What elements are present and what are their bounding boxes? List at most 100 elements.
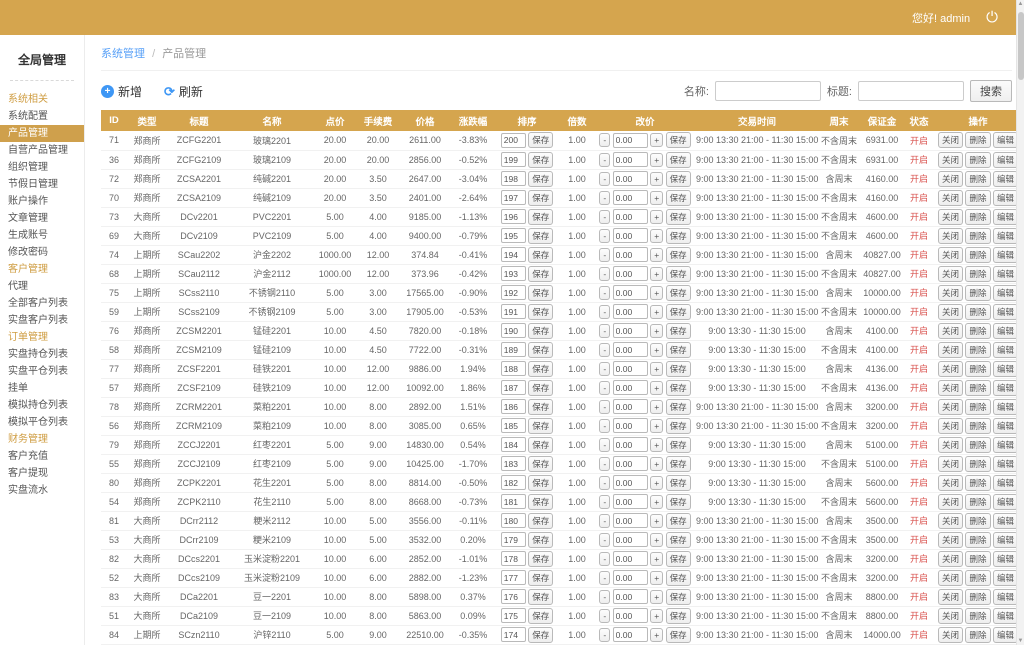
price-minus-button[interactable]: -	[599, 533, 610, 547]
delete-button[interactable]: 删除	[965, 551, 990, 567]
close-button[interactable]: 关闭	[938, 475, 963, 491]
price-plus-button[interactable]: +	[650, 438, 663, 452]
price-plus-button[interactable]: +	[650, 457, 663, 471]
price-plus-button[interactable]: +	[650, 476, 663, 490]
delete-button[interactable]: 删除	[965, 228, 990, 244]
price-plus-button[interactable]: +	[650, 343, 663, 357]
sort-save-button[interactable]: 保存	[528, 228, 553, 244]
sort-save-button[interactable]: 保存	[528, 304, 553, 320]
sidebar-item[interactable]: 组织管理	[0, 159, 84, 176]
add-button[interactable]: + 新增	[101, 83, 142, 100]
price-save-button[interactable]: 保存	[666, 418, 691, 434]
sort-save-button[interactable]: 保存	[528, 513, 553, 529]
price-plus-button[interactable]: +	[650, 495, 663, 509]
delete-button[interactable]: 删除	[965, 323, 990, 339]
delete-button[interactable]: 删除	[965, 152, 990, 168]
edit-button[interactable]: 编辑	[993, 304, 1018, 320]
sort-save-button[interactable]: 保存	[528, 209, 553, 225]
price-minus-button[interactable]: -	[599, 457, 610, 471]
price-minus-button[interactable]: -	[599, 286, 610, 300]
sort-save-button[interactable]: 保存	[528, 266, 553, 282]
name-filter-input[interactable]	[715, 81, 821, 101]
sort-save-button[interactable]: 保存	[528, 418, 553, 434]
delete-button[interactable]: 删除	[965, 361, 990, 377]
logout-power-icon[interactable]: ⏻	[986, 10, 998, 25]
sort-save-button[interactable]: 保存	[528, 570, 553, 586]
price-plus-button[interactable]: +	[650, 571, 663, 585]
edit-button[interactable]: 编辑	[993, 532, 1018, 548]
price-minus-button[interactable]: -	[599, 324, 610, 338]
close-button[interactable]: 关闭	[938, 152, 963, 168]
price-save-button[interactable]: 保存	[666, 361, 691, 377]
price-minus-button[interactable]: -	[599, 267, 610, 281]
vertical-scrollbar[interactable]: ▲ ▼	[1016, 0, 1024, 645]
close-button[interactable]: 关闭	[938, 551, 963, 567]
sidebar-item[interactable]: 代理	[0, 278, 84, 295]
sort-save-button[interactable]: 保存	[528, 361, 553, 377]
price-plus-button[interactable]: +	[650, 419, 663, 433]
refresh-button[interactable]: ⟳ 刷新	[164, 83, 203, 100]
price-plus-button[interactable]: +	[650, 400, 663, 414]
sort-input[interactable]	[501, 418, 526, 433]
edit-button[interactable]: 编辑	[993, 323, 1018, 339]
price-plus-button[interactable]: +	[650, 533, 663, 547]
sidebar-item[interactable]: 实盘流水	[0, 482, 84, 499]
price-adjust-input[interactable]	[613, 342, 648, 357]
price-plus-button[interactable]: +	[650, 153, 663, 167]
sort-input[interactable]	[501, 608, 526, 623]
sort-save-button[interactable]: 保存	[528, 285, 553, 301]
price-adjust-input[interactable]	[613, 475, 648, 490]
price-adjust-input[interactable]	[613, 323, 648, 338]
price-adjust-input[interactable]	[613, 532, 648, 547]
sort-save-button[interactable]: 保存	[528, 494, 553, 510]
close-button[interactable]: 关闭	[938, 513, 963, 529]
sidebar-item[interactable]: 模拟持仓列表	[0, 397, 84, 414]
price-plus-button[interactable]: +	[650, 590, 663, 604]
price-save-button[interactable]: 保存	[666, 323, 691, 339]
price-adjust-input[interactable]	[613, 494, 648, 509]
edit-button[interactable]: 编辑	[993, 132, 1018, 148]
sort-input[interactable]	[501, 323, 526, 338]
close-button[interactable]: 关闭	[938, 608, 963, 624]
price-adjust-input[interactable]	[613, 171, 648, 186]
price-save-button[interactable]: 保存	[666, 342, 691, 358]
edit-button[interactable]: 编辑	[993, 437, 1018, 453]
edit-button[interactable]: 编辑	[993, 570, 1018, 586]
price-save-button[interactable]: 保存	[666, 132, 691, 148]
edit-button[interactable]: 编辑	[993, 475, 1018, 491]
price-minus-button[interactable]: -	[599, 400, 610, 414]
price-adjust-input[interactable]	[613, 285, 648, 300]
sort-input[interactable]	[501, 361, 526, 376]
sort-input[interactable]	[501, 342, 526, 357]
sort-input[interactable]	[501, 589, 526, 604]
price-plus-button[interactable]: +	[650, 305, 663, 319]
close-button[interactable]: 关闭	[938, 399, 963, 415]
close-button[interactable]: 关闭	[938, 380, 963, 396]
delete-button[interactable]: 删除	[965, 475, 990, 491]
close-button[interactable]: 关闭	[938, 228, 963, 244]
price-save-button[interactable]: 保存	[666, 551, 691, 567]
edit-button[interactable]: 编辑	[993, 399, 1018, 415]
edit-button[interactable]: 编辑	[993, 266, 1018, 282]
close-button[interactable]: 关闭	[938, 190, 963, 206]
sidebar-item[interactable]: 实盘平仓列表	[0, 363, 84, 380]
price-adjust-input[interactable]	[613, 437, 648, 452]
edit-button[interactable]: 编辑	[993, 627, 1018, 643]
sidebar-item[interactable]: 自营产品管理	[0, 142, 84, 159]
close-button[interactable]: 关闭	[938, 285, 963, 301]
edit-button[interactable]: 编辑	[993, 494, 1018, 510]
sort-save-button[interactable]: 保存	[528, 190, 553, 206]
sort-input[interactable]	[501, 133, 526, 148]
close-button[interactable]: 关闭	[938, 532, 963, 548]
sort-save-button[interactable]: 保存	[528, 437, 553, 453]
price-plus-button[interactable]: +	[650, 324, 663, 338]
sidebar-item[interactable]: 产品管理	[0, 125, 84, 142]
price-adjust-input[interactable]	[613, 608, 648, 623]
sort-save-button[interactable]: 保存	[528, 551, 553, 567]
edit-button[interactable]: 编辑	[993, 456, 1018, 472]
price-adjust-input[interactable]	[613, 627, 648, 642]
price-save-button[interactable]: 保存	[666, 532, 691, 548]
delete-button[interactable]: 删除	[965, 570, 990, 586]
title-filter-input[interactable]	[858, 81, 964, 101]
sort-input[interactable]	[501, 475, 526, 490]
